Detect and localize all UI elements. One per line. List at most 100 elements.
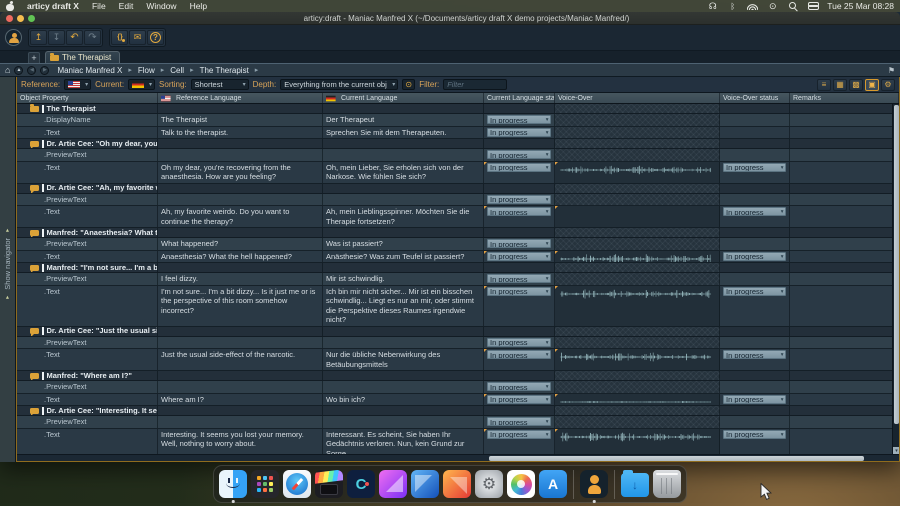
stats-dropdown[interactable]: In progress (487, 417, 551, 426)
voice-over-cell[interactable] (555, 349, 720, 370)
current-language-stats-cell[interactable] (484, 104, 555, 113)
voice-over-status-cell[interactable]: In progress (720, 286, 790, 326)
remarks-cell[interactable] (790, 114, 899, 126)
dock-icon-video-editor[interactable] (315, 470, 343, 498)
reference-language-cell[interactable]: I'm not sure... I'm a bit dizzy... Is it… (158, 286, 323, 326)
voice-over-cell[interactable] (555, 371, 720, 380)
voice-over-status-cell[interactable]: In progress (720, 394, 790, 406)
current-language-stats-cell[interactable]: In progress (484, 337, 555, 349)
voice-over-status-cell[interactable] (720, 184, 790, 193)
voice-over-status-cell[interactable]: In progress (720, 251, 790, 263)
current-language-cell[interactable] (323, 228, 484, 237)
breadcrumb-item-flow[interactable]: Flow (138, 66, 155, 75)
show-navigator-rail[interactable]: Show navigator (0, 77, 16, 462)
voice-over-status-cell[interactable] (720, 327, 790, 336)
voice-over-cell[interactable] (555, 406, 720, 415)
remarks-cell[interactable] (790, 251, 899, 263)
reference-language-cell[interactable]: Where am I? (158, 394, 323, 406)
voice-over-cell[interactable] (555, 251, 720, 263)
reference-language-cell[interactable]: Talk to the therapist. (158, 127, 323, 139)
voice-over-status-cell[interactable] (720, 381, 790, 393)
object-property-cell[interactable]: .Text (17, 286, 158, 326)
remarks-cell[interactable] (790, 416, 899, 428)
filter-input[interactable] (443, 79, 507, 90)
reference-language-cell[interactable] (158, 194, 323, 206)
stats-dropdown[interactable]: In progress (487, 252, 551, 261)
voice-over-status-cell[interactable] (720, 194, 790, 206)
voice-over-cell[interactable] (555, 206, 720, 227)
object-property-cell[interactable]: .Text (17, 206, 158, 227)
voice-over-cell[interactable] (555, 194, 720, 206)
import-icon[interactable] (48, 30, 65, 45)
voice-over-cell[interactable] (555, 127, 720, 139)
reference-language-cell[interactable] (158, 228, 323, 237)
nav-forward-button[interactable]: ▶ (40, 66, 49, 75)
voice-over-status-cell[interactable] (720, 273, 790, 285)
current-language-cell[interactable]: Ah, mein Lieblingsspinner. Möchten Sie d… (323, 206, 484, 227)
remarks-cell[interactable] (790, 273, 899, 285)
column-object-property[interactable]: Object Property (17, 93, 158, 103)
column-current-language-stats[interactable]: Current Language stats (484, 93, 555, 103)
object-property-cell[interactable]: .Text (17, 127, 158, 139)
reference-language-cell[interactable]: The Therapist (158, 114, 323, 126)
remarks-cell[interactable] (790, 429, 899, 455)
column-reference-language[interactable]: Reference Language (158, 93, 323, 103)
reference-language-cell[interactable]: Anaesthesia? What the hell happened? (158, 251, 323, 263)
voice-over-status-cell[interactable] (720, 149, 790, 161)
stats-dropdown[interactable]: In progress (487, 150, 551, 159)
current-language-cell[interactable]: Wo bin ich? (323, 394, 484, 406)
voice-over-status-cell[interactable] (720, 104, 790, 113)
dock-icon-safari[interactable] (283, 470, 311, 498)
voice-over-status-cell[interactable] (720, 337, 790, 349)
current-language-stats-cell[interactable] (484, 228, 555, 237)
help-icon[interactable] (147, 30, 164, 45)
column-voice-over[interactable]: Voice-Over (555, 93, 720, 103)
remarks-cell[interactable] (790, 394, 899, 406)
object-property-cell[interactable]: Dr. Artie Cee: "Ah, my favorite we… (17, 184, 158, 193)
voice-over-status-cell[interactable] (720, 406, 790, 415)
object-property-cell[interactable]: The Therapist (17, 104, 158, 113)
reference-language-cell[interactable]: I feel dizzy. (158, 273, 323, 285)
column-remarks[interactable]: Remarks (790, 93, 899, 103)
voice-over-cell[interactable] (555, 327, 720, 336)
remarks-cell[interactable] (790, 337, 899, 349)
voice-over-status-cell[interactable] (720, 127, 790, 139)
column-current-language[interactable]: Current Language (323, 93, 484, 103)
remarks-cell[interactable] (790, 406, 899, 415)
menu-item-edit[interactable]: Edit (119, 1, 134, 11)
menu-item-help[interactable]: Help (190, 1, 207, 11)
voice-over-status-dropdown[interactable]: In progress (723, 350, 786, 359)
dock-icon-cubase[interactable] (347, 470, 375, 498)
stats-dropdown[interactable]: In progress (487, 274, 551, 283)
voice-over-status-cell[interactable] (720, 228, 790, 237)
object-property-cell[interactable]: Dr. Artie Cee: "Just the usual side… (17, 327, 158, 336)
voice-over-cell[interactable] (555, 184, 720, 193)
current-language-cell[interactable] (323, 327, 484, 336)
current-language-stats-cell[interactable] (484, 406, 555, 415)
nav-up-button[interactable]: ▲ (14, 66, 23, 75)
current-language-cell[interactable] (323, 184, 484, 193)
object-property-cell[interactable]: .Text (17, 394, 158, 406)
voice-over-status-cell[interactable]: In progress (720, 349, 790, 370)
object-property-cell[interactable]: .DisplayName (17, 114, 158, 126)
bookmark-icon[interactable] (888, 66, 895, 75)
voice-over-status-cell[interactable] (720, 263, 790, 272)
object-property-cell[interactable]: .PreviewText (17, 273, 158, 285)
close-window-button[interactable] (6, 15, 13, 22)
current-language-stats-cell[interactable]: In progress (484, 416, 555, 428)
voice-over-status-dropdown[interactable]: In progress (723, 395, 786, 404)
remarks-cell[interactable] (790, 206, 899, 227)
remarks-cell[interactable] (790, 228, 899, 237)
current-language-stats-cell[interactable] (484, 371, 555, 380)
object-property-cell[interactable]: Manfred: "Where am I?" (17, 371, 158, 380)
current-language-cell[interactable]: Nur die übliche Nebenwirkung des Betäubu… (323, 349, 484, 370)
remarks-cell[interactable] (790, 194, 899, 206)
control-center-icon[interactable] (807, 1, 818, 11)
current-language-stats-cell[interactable]: In progress (484, 273, 555, 285)
reference-language-cell[interactable] (158, 371, 323, 380)
reference-language-cell[interactable] (158, 139, 323, 148)
current-language-stats-cell[interactable]: In progress (484, 149, 555, 161)
spotlight-icon[interactable] (787, 1, 798, 11)
remarks-cell[interactable] (790, 139, 899, 148)
horizontal-scrollbar[interactable] (17, 454, 899, 461)
